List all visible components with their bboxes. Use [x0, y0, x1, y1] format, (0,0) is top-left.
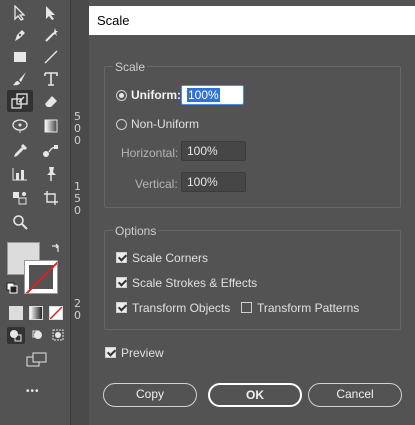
transform-objects-checkbox[interactable] — [116, 302, 127, 313]
symbol-sprayer-tool-icon[interactable] — [7, 187, 33, 209]
swap-fill-stroke-icon[interactable] — [50, 242, 62, 257]
line-tool-icon[interactable] — [38, 46, 64, 68]
scale-corners-label: Scale Corners — [132, 251, 209, 265]
eyedropper-tool-icon[interactable] — [7, 140, 33, 162]
copy-button[interactable]: Copy — [103, 383, 197, 407]
color-mode-icon[interactable] — [9, 306, 23, 320]
gradient-tool-icon[interactable] — [38, 115, 64, 137]
preview-checkbox[interactable] — [105, 347, 116, 358]
vertical-label: Vertical: — [135, 177, 178, 191]
transform-patterns-label: Transform Patterns — [257, 301, 360, 315]
scale-strokes-label: Scale Strokes & Effects — [132, 276, 258, 290]
uniform-radio[interactable] — [116, 90, 127, 101]
transform-objects-label: Transform Objects — [132, 301, 231, 315]
scale-group-label: Scale — [113, 60, 148, 74]
nonuniform-radio[interactable] — [116, 119, 127, 130]
zoom-tool-icon[interactable] — [7, 211, 33, 233]
vertical-ruler: 5 0 0 1 5 0 2 0 — [70, 0, 90, 425]
options-group-label: Options — [113, 224, 159, 238]
gradient-mode-icon[interactable] — [29, 306, 43, 320]
blend-tool-icon[interactable] — [38, 140, 64, 162]
horizontal-label: Horizontal: — [121, 146, 179, 160]
default-fill-stroke-icon[interactable] — [6, 282, 18, 297]
uniform-value: 100% — [187, 88, 220, 102]
screen-mode-icon[interactable] — [26, 352, 48, 371]
more-tools-icon[interactable]: ••• — [26, 386, 40, 397]
scale-tool-icon[interactable] — [7, 90, 33, 112]
tools-panel: ••• — [0, 0, 70, 425]
dialog-titlebar[interactable]: Scale — [89, 6, 415, 35]
draw-behind-icon[interactable] — [29, 327, 47, 347]
ruler-label: 0 — [74, 309, 81, 322]
stroke-swatch[interactable] — [24, 260, 58, 294]
ruler-label: 0 — [74, 134, 81, 147]
pin-tool-icon[interactable] — [38, 163, 64, 185]
cancel-button[interactable]: Cancel — [308, 383, 402, 407]
graph-tool-icon[interactable] — [7, 163, 33, 185]
crop-artboard-tool-icon[interactable] — [38, 187, 64, 209]
draw-normal-icon[interactable] — [7, 327, 25, 344]
ruler-label: 0 — [74, 204, 81, 217]
draw-inside-icon[interactable] — [50, 327, 68, 347]
eraser-tool-icon[interactable] — [38, 90, 64, 112]
ok-button[interactable]: OK — [208, 383, 302, 407]
none-mode-icon[interactable] — [49, 306, 63, 320]
puppet-warp-tool-icon[interactable] — [7, 115, 33, 137]
direct-selection-tool-icon[interactable] — [38, 2, 64, 24]
scale-dialog: Scale Scale Uniform: 100% Non-Uniform Ho… — [89, 0, 415, 425]
rectangle-tool-icon[interactable] — [7, 46, 33, 68]
preview-label: Preview — [121, 346, 164, 360]
selection-tool-icon[interactable] — [7, 2, 33, 24]
uniform-input[interactable]: 100% — [181, 85, 244, 105]
magic-wand-tool-icon[interactable] — [38, 24, 64, 46]
vertical-input[interactable]: 100% — [181, 172, 246, 192]
dialog-title: Scale — [97, 13, 130, 28]
type-tool-icon[interactable] — [38, 68, 64, 90]
paintbrush-tool-icon[interactable] — [7, 68, 33, 90]
horizontal-input[interactable]: 100% — [181, 141, 246, 161]
uniform-label: Uniform: — [131, 88, 181, 102]
nonuniform-label: Non-Uniform — [131, 117, 200, 131]
scale-strokes-checkbox[interactable] — [116, 277, 127, 288]
scale-corners-checkbox[interactable] — [116, 252, 127, 263]
transform-patterns-checkbox[interactable] — [241, 302, 252, 313]
pen-tool-icon[interactable] — [7, 24, 33, 46]
